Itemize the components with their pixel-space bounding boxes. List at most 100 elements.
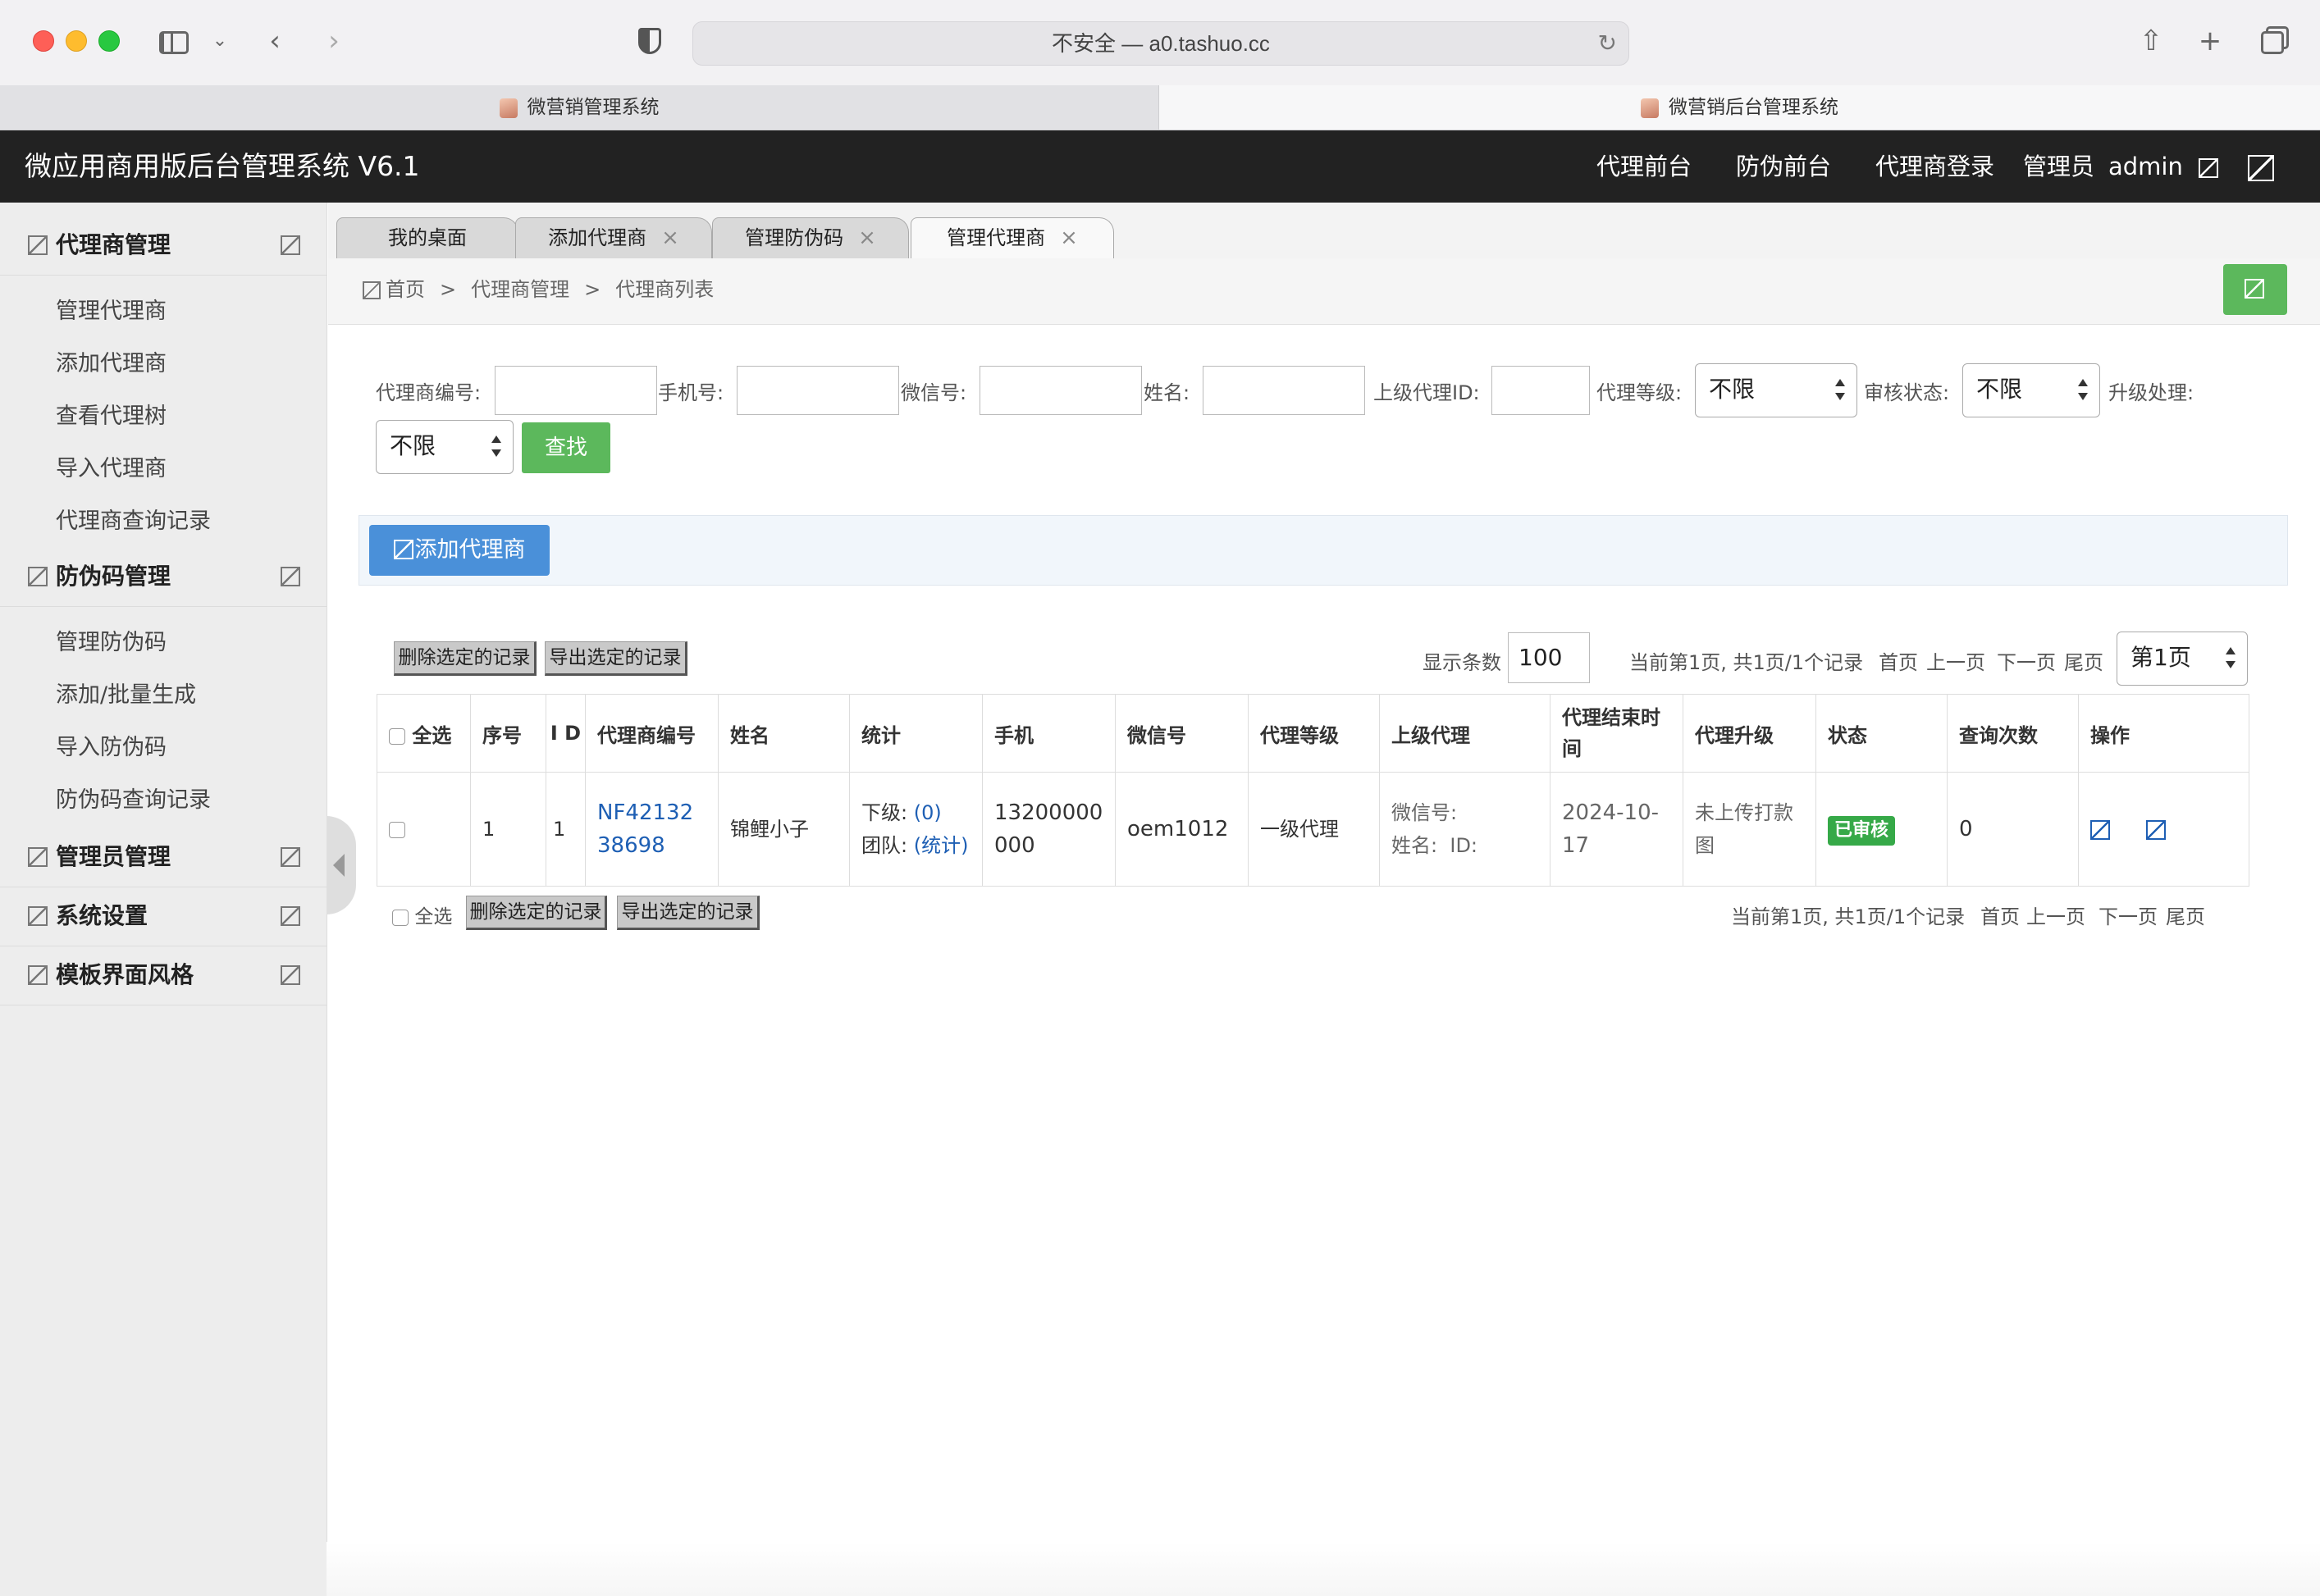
- sidebar-collapse-handle[interactable]: [327, 816, 356, 914]
- tab-close-icon[interactable]: ×: [661, 226, 679, 250]
- add-icon: [393, 539, 413, 559]
- prev-page-link[interactable]: 上一页: [1926, 646, 1985, 675]
- column-header: 代理结束时间: [1550, 694, 1683, 773]
- tab-add-agent[interactable]: 添加代理商 ×: [515, 217, 712, 258]
- last-page-link[interactable]: 尾页: [2064, 646, 2103, 675]
- row-checkbox[interactable]: [389, 822, 405, 838]
- breadcrumb-agent-mgmt[interactable]: 代理商管理: [471, 278, 569, 301]
- sidebar-item-manage-codes[interactable]: 管理防伪码: [56, 624, 167, 656]
- next-page-link[interactable]: 下一页: [1997, 646, 2056, 675]
- select-all-checkbox[interactable]: [389, 727, 405, 745]
- column-header: 状态: [1815, 694, 1948, 773]
- browser-tab[interactable]: 微营销管理系统: [0, 85, 1159, 130]
- tab-desktop[interactable]: 我的桌面: [336, 217, 518, 258]
- tab-label: 管理代理商: [947, 226, 1046, 249]
- refresh-button[interactable]: [2223, 264, 2287, 315]
- close-window-button[interactable]: [33, 30, 54, 52]
- footer-delete-selected-button[interactable]: 删除选定的记录: [466, 896, 607, 930]
- agent-login-link[interactable]: 代理商登录: [1875, 130, 1994, 203]
- review-select[interactable]: 不限: [1962, 363, 2100, 417]
- review-select-value: 不限: [1976, 376, 2023, 403]
- parent-id-input[interactable]: [1491, 366, 1590, 415]
- phone-input[interactable]: [737, 366, 899, 415]
- browser-toolbar: ⌄ ‹ › 不安全 — a0.tashuo.cc ↻ ⇧ +: [0, 0, 2320, 86]
- upgrade-select[interactable]: 不限: [376, 420, 514, 474]
- footer-first-page-link[interactable]: 首页: [1980, 901, 2020, 929]
- page-size-input[interactable]: 100: [1508, 632, 1590, 683]
- tab-overview-icon[interactable]: [2256, 23, 2289, 59]
- sidebar-toggle-icon[interactable]: [158, 23, 190, 59]
- agent-no-link[interactable]: NF4213238698: [585, 772, 719, 887]
- sidebar-item-import-agents[interactable]: 导入代理商: [56, 450, 167, 482]
- level-select[interactable]: 不限: [1695, 363, 1857, 417]
- sidebar-item-import-codes[interactable]: 导入防伪码: [56, 729, 167, 761]
- sidebar-item-agent-query-log[interactable]: 代理商查询记录: [56, 503, 211, 535]
- sidebar-item-add-agent[interactable]: 添加代理商: [56, 345, 167, 377]
- select-arrows-icon: [1835, 379, 1845, 400]
- agent-no-input[interactable]: [495, 366, 657, 415]
- browser-tab-active[interactable]: 微营销后台管理系统: [1159, 85, 2320, 130]
- content-bottom-shade: [327, 1542, 2320, 1596]
- address-bar[interactable]: 不安全 — a0.tashuo.cc ↻: [692, 21, 1629, 66]
- name-input[interactable]: [1203, 366, 1365, 415]
- sidebar-item-agent-tree[interactable]: 查看代理树: [56, 398, 167, 430]
- sidebar-group-agents[interactable]: 代理商管理: [0, 216, 327, 276]
- sidebar-group-themes[interactable]: 模板界面风格: [0, 946, 327, 1005]
- sidebar-item-manage-agents[interactable]: 管理代理商: [56, 293, 167, 325]
- anticounterfeit-frontend-link[interactable]: 防伪前台: [1736, 130, 1831, 203]
- tab-close-icon[interactable]: ×: [858, 226, 876, 250]
- column-header: I D: [546, 694, 586, 773]
- breadcrumb-separator: >: [584, 278, 601, 301]
- footer-select-all[interactable]: 全选: [392, 901, 452, 928]
- add-agent-button[interactable]: 添加代理商: [369, 525, 550, 576]
- back-icon[interactable]: ‹: [261, 23, 289, 59]
- select-all-header[interactable]: 全选: [377, 694, 471, 773]
- delete-selected-button[interactable]: 删除选定的记录: [394, 641, 537, 676]
- admin-user-menu[interactable]: admin: [2108, 130, 2219, 203]
- sidebar-group-anticounterfeit[interactable]: 防伪码管理: [0, 547, 327, 607]
- wechat-input[interactable]: [980, 366, 1142, 415]
- breadcrumb-current: 代理商列表: [615, 278, 715, 301]
- chevron-down-icon[interactable]: ⌄: [210, 23, 230, 59]
- sidebar-item-generate-codes[interactable]: 添加/批量生成: [56, 677, 196, 709]
- export-selected-button[interactable]: 导出选定的记录: [545, 641, 687, 676]
- footer-export-selected-button[interactable]: 导出选定的记录: [617, 896, 760, 930]
- select-arrows-icon: [491, 435, 501, 457]
- sortable-column-header[interactable]: 查询次数: [1947, 694, 2079, 773]
- agent-frontend-link[interactable]: 代理前台: [1596, 130, 1692, 203]
- maximize-window-button[interactable]: [98, 30, 120, 52]
- breadcrumb-home[interactable]: 首页: [386, 278, 425, 301]
- header-settings-icon[interactable]: [2248, 155, 2274, 181]
- footer-select-all-checkbox[interactable]: [392, 909, 409, 926]
- tab-manage-codes[interactable]: 管理防伪码 ×: [712, 217, 909, 258]
- footer-last-page-link[interactable]: 尾页: [2166, 901, 2205, 929]
- upgrade-cell: 未上传打款图: [1683, 772, 1816, 887]
- footer-prev-page-link[interactable]: 上一页: [2026, 901, 2085, 929]
- sidebar-item-code-query-log[interactable]: 防伪码查询记录: [56, 782, 211, 814]
- stat-sub-link[interactable]: (0): [914, 801, 942, 824]
- stat-team-link[interactable]: (统计): [914, 834, 969, 857]
- new-tab-icon[interactable]: +: [2195, 23, 2225, 59]
- search-button[interactable]: 查找: [522, 422, 610, 473]
- footer-next-page-link[interactable]: 下一页: [2099, 901, 2158, 929]
- status-badge: 已审核: [1828, 816, 1896, 846]
- themes-group-icon: [28, 965, 48, 985]
- tab-close-icon[interactable]: ×: [1060, 226, 1078, 250]
- level-label: 代理等级:: [1596, 381, 1683, 404]
- share-icon[interactable]: ⇧: [2136, 23, 2166, 59]
- tab-manage-agents[interactable]: 管理代理商 ×: [911, 217, 1114, 260]
- edit-icon[interactable]: [2090, 820, 2110, 840]
- page-select[interactable]: 第1页: [2117, 632, 2248, 686]
- reload-icon[interactable]: ↻: [1598, 22, 1617, 65]
- privacy-shield-icon[interactable]: [638, 28, 661, 54]
- sidebar-group-admins[interactable]: 管理员管理: [0, 828, 327, 887]
- tab-label: 添加代理商: [548, 226, 647, 249]
- first-page-link[interactable]: 首页: [1879, 646, 1918, 675]
- browser-tab-label: 微营销管理系统: [527, 97, 660, 118]
- phone-label: 手机号:: [658, 381, 724, 404]
- minimize-window-button[interactable]: [66, 30, 87, 52]
- sidebar-group-settings[interactable]: 系统设置: [0, 887, 327, 946]
- tab-label: 管理防伪码: [745, 226, 844, 249]
- delete-icon[interactable]: [2145, 820, 2166, 840]
- forward-icon[interactable]: ›: [320, 23, 348, 59]
